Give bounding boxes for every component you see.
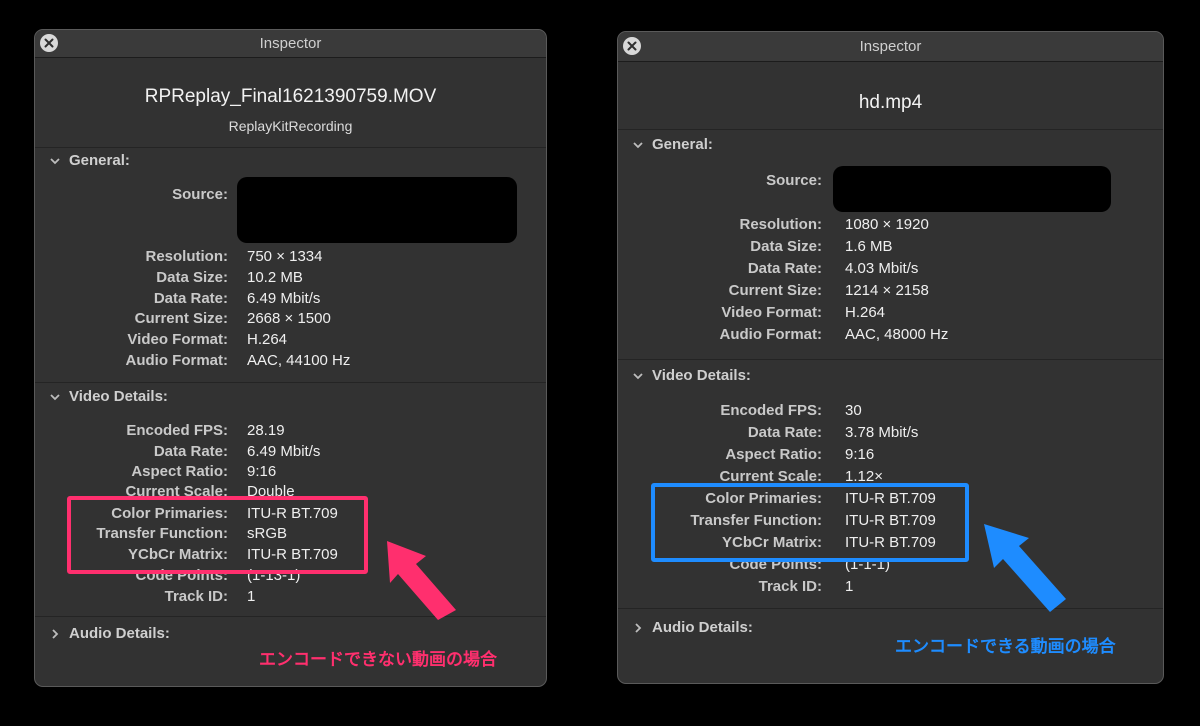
annotation-text-left: エンコードできない動画の場合 xyxy=(259,650,497,669)
annotation-text-right: エンコードできる動画の場合 xyxy=(895,637,1116,656)
arrow-icon xyxy=(387,524,1066,620)
